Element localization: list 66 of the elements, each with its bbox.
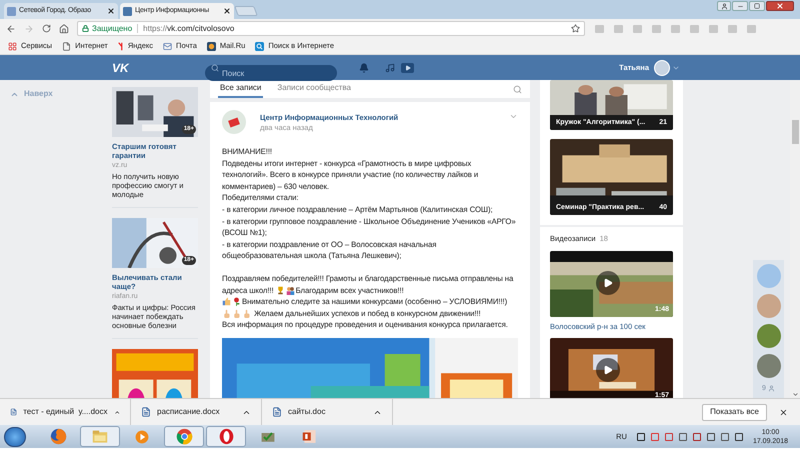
lock-icon — [82, 25, 89, 32]
pointing-hand-icon — [232, 309, 241, 318]
tab-close-icon[interactable] — [223, 7, 231, 15]
rose-icon — [232, 297, 241, 306]
close-button[interactable] — [766, 1, 794, 11]
opera-icon — [218, 428, 234, 445]
user-icon — [768, 385, 775, 392]
taskbar-app[interactable] — [206, 426, 246, 447]
reload-icon[interactable] — [42, 24, 51, 33]
wall-tab[interactable]: Записи сообщества — [275, 80, 353, 98]
address-bar[interactable]: Защищено https://vk.com/citvolosovo — [77, 21, 585, 36]
search-icon — [211, 64, 219, 72]
powerpoint-icon — [302, 428, 318, 445]
maximize-button[interactable] — [749, 1, 765, 11]
maximize-icon — [754, 3, 760, 9]
profile-button[interactable] — [717, 1, 731, 11]
community-avatar[interactable] — [222, 110, 246, 134]
apps-icon — [8, 42, 17, 50]
page-icon — [62, 42, 72, 50]
back-icon[interactable] — [6, 24, 16, 34]
friend-avatar[interactable] — [756, 354, 780, 378]
play-icon — [596, 271, 620, 296]
tab-favicon-icon — [7, 6, 16, 16]
taskbar-app[interactable] — [164, 426, 204, 447]
close-icon[interactable] — [779, 408, 788, 416]
tab-close-icon[interactable] — [107, 7, 115, 15]
search-field[interactable]: Поиск — [205, 65, 337, 81]
mailru-icon — [206, 42, 216, 50]
chrome-icon — [176, 428, 192, 445]
trophy-icon — [276, 286, 285, 295]
pointing-hand-icon — [242, 309, 251, 318]
scrollbar-thumb[interactable] — [792, 120, 798, 144]
friend-avatar[interactable] — [756, 324, 780, 348]
music-icon[interactable] — [385, 62, 395, 72]
bookmark-star-icon[interactable] — [571, 24, 580, 33]
play-icon — [404, 64, 410, 70]
home-icon[interactable] — [59, 24, 69, 34]
folder-icon — [91, 428, 109, 444]
scroll-down-icon[interactable] — [792, 391, 798, 398]
wall-tab[interactable]: Все записи — [218, 80, 264, 98]
people-icon — [286, 286, 295, 295]
tab-favicon-icon — [123, 6, 132, 16]
media-player-icon — [134, 428, 150, 444]
post-menu-icon[interactable] — [509, 112, 518, 121]
search-icon — [255, 42, 264, 50]
vk-logo[interactable]: VK — [112, 58, 142, 76]
video-button[interactable] — [401, 62, 414, 72]
taskbar-app[interactable] — [80, 426, 120, 447]
close-icon — [776, 2, 784, 10]
search-icon[interactable] — [513, 84, 522, 94]
user-avatar[interactable] — [654, 60, 670, 76]
notifications-icon[interactable] — [359, 62, 369, 72]
start-button[interactable] — [4, 426, 26, 446]
secure-label: Защищено — [92, 22, 132, 34]
user-icon — [720, 2, 728, 10]
show-all-button[interactable]: Показать все — [702, 404, 767, 420]
pointing-hand-icon — [222, 309, 231, 318]
mail-icon — [163, 42, 172, 50]
play-icon — [596, 358, 620, 382]
document-icon — [272, 407, 282, 417]
document-icon — [141, 407, 151, 417]
url-text: https://vk.com/citvolosovo — [143, 22, 234, 34]
document-icon — [10, 407, 18, 417]
yandex-icon — [118, 42, 124, 50]
firefox-icon — [50, 428, 66, 445]
thumbs-up-icon — [222, 297, 231, 306]
